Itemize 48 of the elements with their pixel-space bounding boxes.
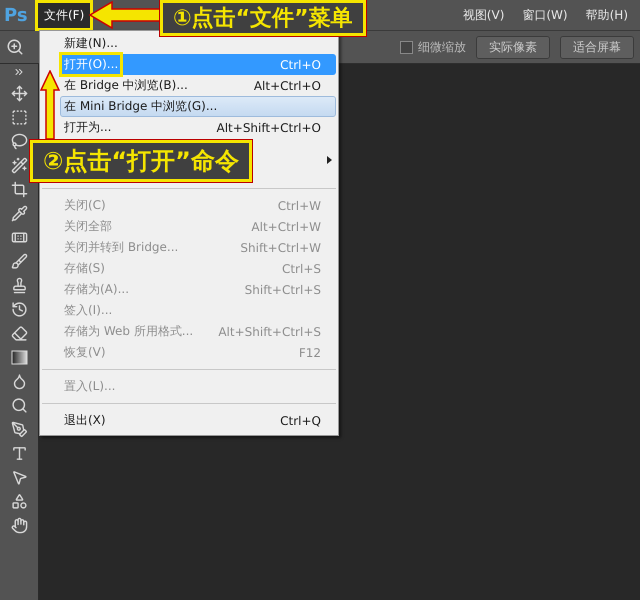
menu-title[interactable]: 窗口(W) [516,2,574,28]
magnifier-icon[interactable] [10,397,28,414]
callout-label: ②点击“打开”命令 [30,140,252,182]
stamp-icon[interactable] [10,277,28,294]
shortcut-label: F12 [298,346,321,360]
menu-item[interactable]: 打开(O)... Ctrl+O [60,54,336,75]
option-button[interactable]: 实际像素 [476,36,550,58]
wand-icon[interactable] [10,157,28,174]
menu-title[interactable]: 视图(V) [456,2,510,28]
eraser-icon[interactable] [10,325,28,342]
pointer-icon[interactable] [10,469,28,486]
hand-icon[interactable] [10,517,28,534]
history-brush-icon[interactable] [10,301,28,318]
shortcut-label: Alt+Ctrl+O [254,78,321,92]
shortcut-label: Ctrl+Q [280,414,321,428]
menu-item[interactable]: 在 Bridge 中浏览(B)... Alt+Ctrl+O [60,75,336,96]
marquee-icon[interactable] [10,109,28,126]
checkbox-label: 细微缩放 [418,38,466,56]
app-logo: Ps [4,4,29,26]
shortcut-label: Alt+Shift+Ctrl+O [216,120,321,134]
brush-icon[interactable] [10,253,28,270]
arrow-icon [40,70,60,140]
option-button[interactable]: 适合屏幕 [560,36,634,58]
shortcut-label: Shift+Ctrl+W [240,240,321,254]
menu-title[interactable]: 帮助(H) [580,2,634,28]
shortcut-label: Ctrl+S [282,262,321,276]
pen-icon[interactable] [10,421,28,438]
shortcut-label: Shift+Ctrl+S [244,282,321,296]
zoom-icon[interactable] [6,38,24,56]
move-tool-icon[interactable] [10,85,28,102]
menu-title[interactable]: 文件(F) [38,2,90,28]
eyedropper-icon[interactable] [10,205,28,222]
menu-item[interactable]: 打开为... Alt+Shift+Ctrl+O [60,117,336,138]
gradient-icon[interactable] [10,349,28,366]
menu-item[interactable]: 在 Mini Bridge 中浏览(G)... [60,96,336,117]
callout-label: ①点击“文件”菜单 [160,0,366,36]
shortcut-label: Alt+Shift+Ctrl+S [218,324,321,338]
menu-item[interactable]: 新建(N)... [60,33,135,54]
shape-icon[interactable] [10,493,28,510]
shortcut-label: Alt+Ctrl+W [251,220,321,234]
expand-icon[interactable] [13,66,25,78]
shortcut-label: Ctrl+O [280,58,321,72]
lasso-icon[interactable] [10,133,28,150]
checkbox[interactable] [400,40,413,54]
crop-icon[interactable] [10,181,28,198]
shortcut-label: Ctrl+W [278,198,321,212]
menu-item[interactable]: 退出(X) Ctrl+Q [60,410,336,431]
type-icon[interactable] [10,445,28,462]
